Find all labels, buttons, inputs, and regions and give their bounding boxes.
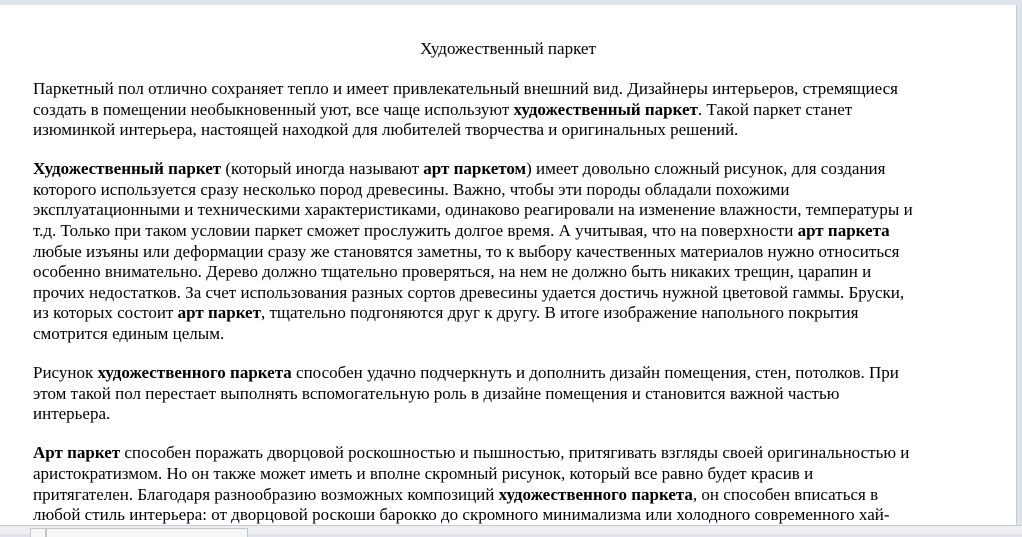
text-run: способен поражать дворцовой роскошностью… bbox=[120, 443, 910, 463]
text-line: прочих недостатков. За счет использовани… bbox=[33, 283, 1013, 304]
document-title: Художественный паркет bbox=[420, 39, 596, 58]
text-line: эксплуатационными и техническими характе… bbox=[33, 200, 1013, 221]
text-run: эксплуатационными и техническими характе… bbox=[33, 200, 913, 220]
paragraph: Художественный паркет (который иногда на… bbox=[33, 159, 1013, 344]
text-line: интерьера. bbox=[33, 404, 1013, 425]
paragraph: Рисунок художественного паркета способен… bbox=[33, 363, 1013, 425]
text-line: аристократизмом. Но он также может иметь… bbox=[33, 464, 1013, 485]
text-run: Паркетный пол отлично сохраняет тепло и … bbox=[33, 79, 898, 98]
text-line: которого используется сразу несколько по… bbox=[33, 180, 1013, 201]
bold-keyword: арт паркета bbox=[797, 221, 890, 241]
bold-keyword: арт паркетом bbox=[423, 159, 527, 179]
text-run: из которых состоит bbox=[33, 303, 178, 323]
text-run: (который иногда называют bbox=[221, 159, 424, 179]
text-run: которого используется сразу несколько по… bbox=[33, 179, 790, 199]
text-run: . Такой паркет станет bbox=[697, 99, 853, 119]
bold-keyword: арт паркет bbox=[177, 303, 261, 323]
text-run: смотрится единым целым. bbox=[33, 324, 225, 344]
text-line: любой стиль интерьера: от дворцовой роск… bbox=[33, 505, 1013, 525]
document-page: Художественный паркет Паркетный пол отли… bbox=[0, 5, 1017, 525]
document-body: Паркетный пол отлично сохраняет тепло и … bbox=[33, 79, 1013, 525]
text-line: любые изъяны или деформации сразу же ста… bbox=[33, 242, 1013, 263]
text-run: любые изъяны или деформации сразу же ста… bbox=[33, 241, 900, 261]
paragraph: Паркетный пол отлично сохраняет тепло и … bbox=[33, 79, 1013, 141]
text-line: Арт паркет способен поражать дворцовой р… bbox=[33, 443, 1013, 464]
bold-keyword: Арт паркет bbox=[33, 443, 121, 463]
text-run: притягателен. Благодаря разнообразию воз… bbox=[33, 484, 499, 504]
text-line: из которых состоит арт паркет, тщательно… bbox=[33, 303, 1013, 324]
paragraph: Арт паркет способен поражать дворцовой р… bbox=[33, 443, 1013, 525]
text-run: интерьера. bbox=[33, 404, 111, 424]
bold-keyword: Художественный паркет bbox=[33, 159, 222, 179]
text-line: Художественный паркет (который иногда на… bbox=[33, 159, 1013, 180]
text-line: Рисунок художественного паркета способен… bbox=[33, 363, 1013, 384]
text-line: особенно внимательно. Дерево должно тщат… bbox=[33, 262, 1013, 283]
text-run: , он способен вписаться в bbox=[692, 484, 879, 504]
text-run: создать в помещении необыкновенный уют, … bbox=[33, 99, 514, 119]
text-run: т.д. Только при таком условии паркет смо… bbox=[33, 221, 798, 241]
text-run: способен удачно подчеркнуть и дополнить … bbox=[291, 363, 899, 383]
text-run: аристократизмом. Но он также может иметь… bbox=[33, 464, 814, 483]
text-run: ) имеет довольно сложный рисунок, для со… bbox=[526, 159, 886, 179]
bold-keyword: художественного паркета bbox=[498, 484, 693, 504]
text-run: особенно внимательно. Дерево должно тщат… bbox=[33, 262, 872, 282]
text-line: изюминкой интерьера, настоящей находкой … bbox=[33, 120, 1013, 141]
text-line: Паркетный пол отлично сохраняет тепло и … bbox=[33, 79, 1013, 100]
text-line: создать в помещении необыкновенный уют, … bbox=[33, 100, 1013, 121]
text-line: смотрится единым целым. bbox=[33, 324, 1013, 345]
bold-keyword: художественный паркет bbox=[513, 99, 698, 119]
text-line: т.д. Только при таком условии паркет смо… bbox=[33, 221, 1013, 242]
text-run: изюминкой интерьера, настоящей находкой … bbox=[33, 120, 739, 140]
text-run: прочих недостатков. За счет использовани… bbox=[33, 282, 905, 302]
bold-keyword: художественного паркета bbox=[97, 363, 292, 383]
text-line: притягателен. Благодаря разнообразию воз… bbox=[33, 485, 1013, 506]
text-run: любой стиль интерьера: от дворцовой роск… bbox=[33, 505, 890, 525]
text-run: Рисунок bbox=[33, 363, 98, 383]
text-run: этом такой пол перестает выполнять вспом… bbox=[33, 383, 840, 403]
text-run: , тщательно подгоняются друг к другу. В … bbox=[260, 303, 859, 323]
text-line: этом такой пол перестает выполнять вспом… bbox=[33, 384, 1013, 405]
